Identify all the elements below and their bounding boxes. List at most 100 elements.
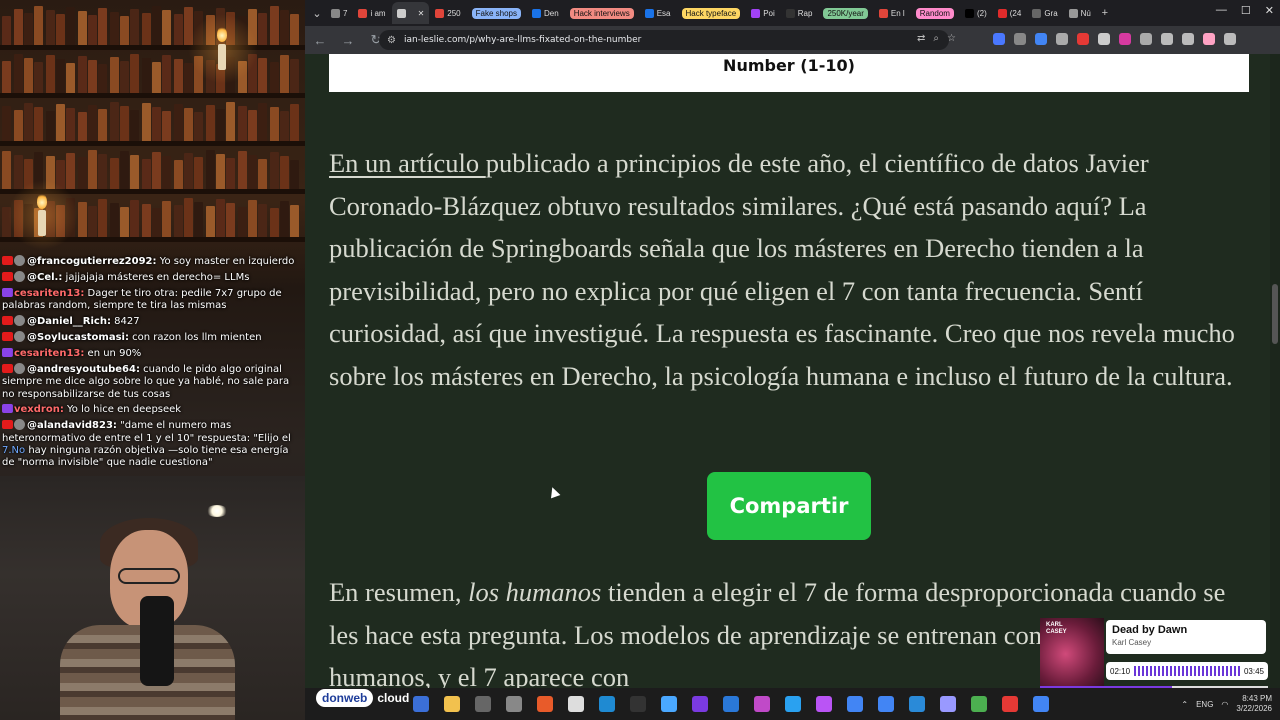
book	[206, 206, 215, 238]
chat-message: cesariten13: en un 90%	[0, 347, 305, 362]
taskbar-app-icon[interactable]	[661, 696, 677, 712]
forward-icon[interactable]: →	[341, 33, 355, 48]
scroll-thumb[interactable]	[1272, 284, 1278, 344]
taskbar-app-icon[interactable]	[413, 696, 429, 712]
book	[66, 153, 75, 190]
flame-icon	[217, 26, 227, 42]
book	[34, 107, 43, 142]
extension-icon[interactable]	[1035, 33, 1047, 45]
taskbar-app-icon[interactable]	[971, 696, 987, 712]
taskbar-app-icon[interactable]	[444, 696, 460, 712]
avatar	[14, 315, 25, 327]
book	[194, 112, 203, 142]
browser-tab[interactable]: Poi	[746, 2, 780, 24]
tab-group[interactable]: Hack interviews	[565, 2, 639, 24]
extension-icon[interactable]	[1098, 33, 1110, 45]
album-art: KARL CASEY	[1040, 618, 1104, 690]
chat-message: @Soylucastomasi: con razon los llm mient…	[0, 330, 305, 346]
extension-icon[interactable]	[1140, 33, 1152, 45]
taskbar-app-icon[interactable]	[816, 696, 832, 712]
book	[248, 155, 257, 190]
taskbar-app-icon[interactable]	[847, 696, 863, 712]
taskbar-app-icon[interactable]	[568, 696, 584, 712]
book	[142, 103, 151, 142]
back-icon[interactable]: ←	[313, 33, 327, 48]
tray-arrow-icon[interactable]: ⌃	[1181, 700, 1188, 709]
tab-group[interactable]: Random	[911, 2, 959, 24]
browser-tab[interactable]: (2)	[960, 2, 992, 24]
minimize-icon[interactable]: —	[1216, 4, 1227, 17]
taskbar-app-icon[interactable]	[878, 696, 894, 712]
browser-window: ⌄ 7 i am ✕ 250 Fake shops Den Hack interviews E…	[305, 0, 1280, 688]
extension-icon[interactable]	[1203, 33, 1215, 45]
chat-text: hay ninguna razón objetiva —solo tiene e…	[2, 444, 289, 469]
clock[interactable]: 8:43 PM 3/22/2026	[1236, 694, 1272, 714]
extension-icon[interactable]	[1056, 33, 1068, 45]
book	[24, 13, 33, 46]
browser-tab[interactable]: (24	[993, 2, 1027, 24]
extension-icon[interactable]	[1119, 33, 1131, 45]
translate-icon[interactable]: ⇄	[917, 33, 925, 44]
book	[142, 159, 151, 190]
browser-tab[interactable]: i am	[353, 2, 390, 24]
extension-icon[interactable]	[1161, 33, 1173, 45]
browser-tab[interactable]: En l	[874, 2, 910, 24]
taskbar-app-icon[interactable]	[537, 696, 553, 712]
book	[290, 59, 299, 94]
taskbar-app-icon[interactable]	[754, 696, 770, 712]
tab-group[interactable]: 250K/year	[818, 2, 872, 24]
article-link[interactable]: En un artículo	[329, 148, 486, 178]
extension-icon[interactable]	[1224, 33, 1236, 45]
taskbar-app-icon[interactable]	[1033, 696, 1049, 712]
extension-icon[interactable]	[993, 33, 1005, 45]
close-tab-icon[interactable]: ✕	[418, 9, 425, 18]
tab-search-icon[interactable]: ⌄	[309, 5, 325, 21]
wifi-icon[interactable]: ◠	[1221, 700, 1228, 709]
book	[258, 204, 267, 238]
tab-group[interactable]: Fake shops	[467, 2, 526, 24]
taskbar-app-icon[interactable]	[723, 696, 739, 712]
taskbar-app-icon[interactable]	[1002, 696, 1018, 712]
book	[184, 63, 193, 94]
favicon-icon	[396, 8, 406, 18]
browser-tab[interactable]: Den	[527, 2, 564, 24]
book	[280, 111, 289, 142]
chat-text: 8427	[110, 316, 140, 328]
taskbar-app-icon[interactable]	[475, 696, 491, 712]
taskbar-app-icon[interactable]	[506, 696, 522, 712]
extension-icon[interactable]	[1077, 33, 1089, 45]
taskbar-app-icon[interactable]	[909, 696, 925, 712]
close-window-icon[interactable]: ✕	[1265, 4, 1274, 17]
extension-icon[interactable]	[1182, 33, 1194, 45]
language-indicator[interactable]: ENG	[1196, 700, 1213, 709]
track-artist: Karl Casey	[1112, 638, 1152, 647]
maximize-icon[interactable]: ☐	[1241, 4, 1251, 17]
browser-tab[interactable]: Nú	[1064, 2, 1096, 24]
taskbar-app-icon[interactable]	[692, 696, 708, 712]
tab-group[interactable]: Hack typeface	[677, 2, 746, 24]
extension-icon[interactable]	[1014, 33, 1026, 45]
browser-tab[interactable]: 7	[326, 2, 352, 24]
taskbar-app-icon[interactable]	[630, 696, 646, 712]
taskbar-app-icon[interactable]	[940, 696, 956, 712]
tab-group-label: Hack typeface	[681, 7, 741, 19]
book	[110, 158, 119, 190]
browser-tab[interactable]: Gra	[1027, 2, 1062, 24]
browser-tab[interactable]: Esa	[640, 2, 676, 24]
browser-tab[interactable]: ✕	[391, 2, 430, 24]
chat-message: @alandavid823: "dame el numero mas heter…	[0, 418, 305, 471]
browser-tab[interactable]: 250	[430, 2, 465, 24]
book	[130, 110, 139, 142]
zoom-icon[interactable]: ⌕	[933, 33, 939, 44]
taskbar-app-icon[interactable]	[599, 696, 615, 712]
site-info-icon[interactable]: ⚙	[387, 35, 396, 46]
url-field[interactable]: ⚙ ian-leslie.com/p/why-are-llms-fixated-…	[379, 30, 949, 50]
share-button[interactable]: Compartir	[707, 472, 871, 540]
bookmark-star-icon[interactable]: ☆	[947, 33, 956, 44]
chat-message: vexdron: Yo lo hice en deepseek	[0, 403, 305, 418]
page-scrollbar[interactable]	[1270, 54, 1280, 688]
browser-tab[interactable]: Rap	[781, 2, 818, 24]
sponsor-brand: donweb	[316, 689, 374, 707]
taskbar-app-icon[interactable]	[785, 696, 801, 712]
new-tab-button[interactable]: +	[1097, 5, 1113, 21]
